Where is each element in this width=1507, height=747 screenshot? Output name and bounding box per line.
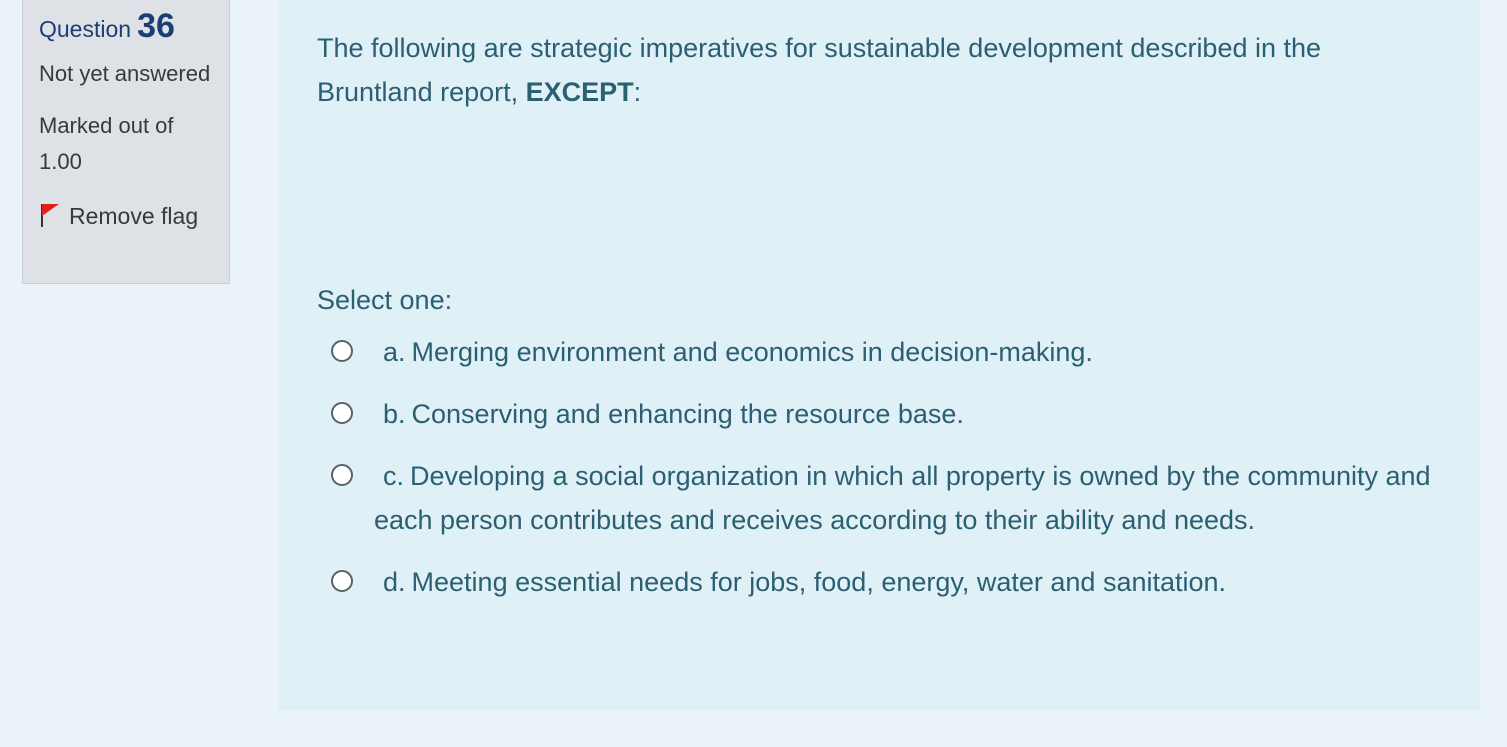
radio-button-c[interactable] [331, 464, 353, 486]
radio-button-b[interactable] [331, 402, 353, 424]
radio-button-a[interactable] [331, 340, 353, 362]
answer-text-b[interactable]: b. Conserving and enhancing the resource … [365, 392, 1440, 436]
question-grade: Marked out of 1.00 [39, 113, 174, 174]
answer-text-c[interactable]: c. Developing a social organization in wh… [365, 454, 1440, 542]
answer-text-a[interactable]: a. Merging environment and economics in d… [365, 330, 1440, 374]
answer-option-c[interactable]: c. Developing a social organization in wh… [329, 454, 1440, 542]
question-number-heading: Question 36 [39, 4, 213, 48]
select-one-prompt: Select one: [317, 285, 453, 315]
remove-flag-button[interactable]: Remove flag [39, 198, 213, 234]
question-info-panel: Question 36 Not yet answered Marked out o… [22, 0, 230, 284]
question-text: The following are strategic imperatives … [317, 26, 1440, 114]
answer-letter-b: b. [383, 399, 406, 429]
remove-flag-label: Remove flag [69, 202, 199, 229]
answer-text-d[interactable]: d. Meeting essential needs for jobs, food… [365, 560, 1440, 604]
answer-option-d[interactable]: d. Meeting essential needs for jobs, food… [329, 560, 1440, 604]
flag-icon [39, 198, 69, 234]
answer-option-a[interactable]: a. Merging environment and economics in d… [329, 330, 1440, 374]
answer-label-a: Merging environment and economics in dec… [411, 337, 1093, 367]
answer-options: a. Merging environment and economics in d… [329, 330, 1440, 604]
answer-letter-a: a. [383, 337, 406, 367]
radio-button-d[interactable] [331, 570, 353, 592]
answer-option-b[interactable]: b. Conserving and enhancing the resource … [329, 392, 1440, 436]
answer-label-b: Conserving and enhancing the resource ba… [411, 399, 964, 429]
question-text-main: The following are strategic imperatives … [317, 33, 1322, 107]
question-state: Not yet answered [39, 61, 211, 86]
question-text-end: : [633, 77, 642, 107]
answer-letter-c: c. [383, 461, 405, 491]
question-number: 36 [137, 7, 175, 45]
question-label: Question [39, 16, 132, 42]
answer-label-c: Developing a social organization in whic… [374, 461, 1431, 535]
answer-letter-d: d. [383, 567, 406, 597]
answer-label-d: Meeting essential needs for jobs, food, … [411, 567, 1227, 597]
question-content-panel: The following are strategic imperatives … [278, 0, 1480, 710]
question-text-emphasis: EXCEPT [525, 77, 634, 107]
